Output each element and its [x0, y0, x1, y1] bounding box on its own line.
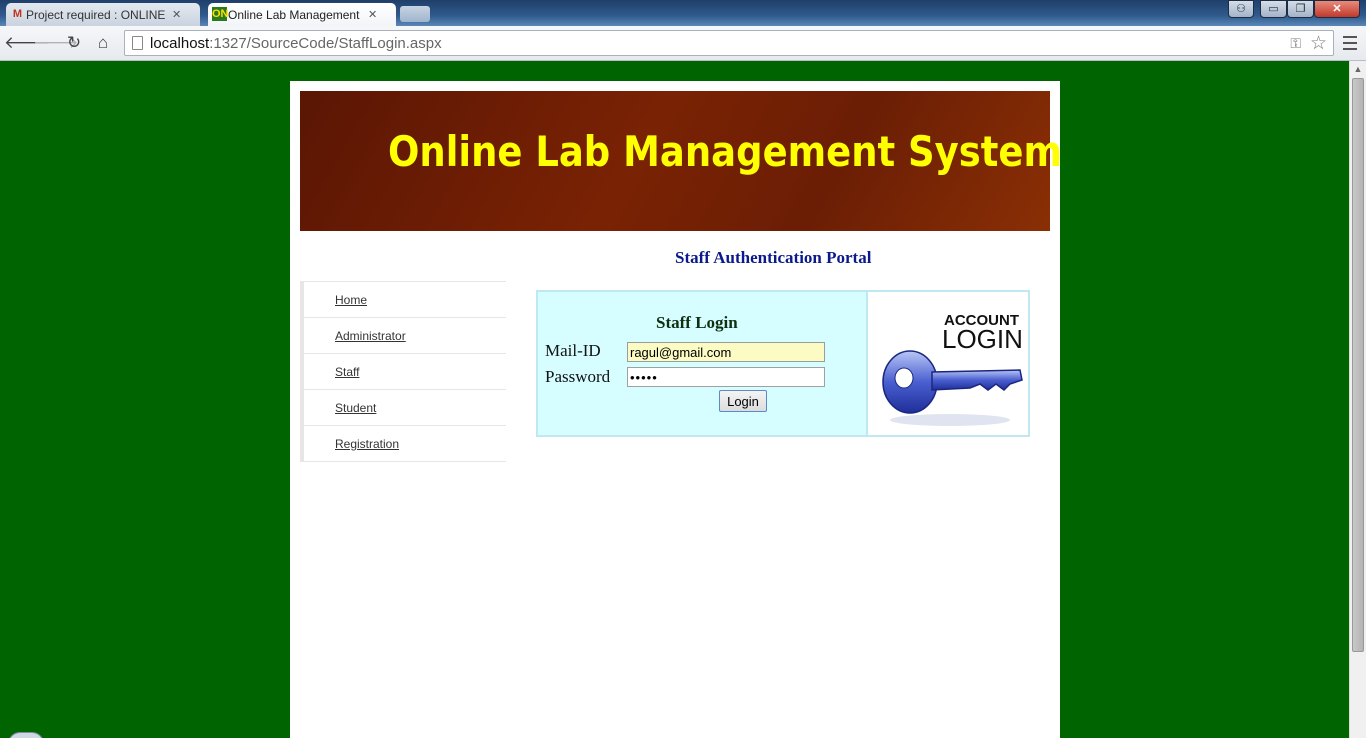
browser-tabstrip: M Project required : ONLINE ✕ ON Online … — [0, 0, 1366, 26]
browser-toolbar: 🡐 🡒 ↻ ⌂ localhost:1327/SourceCode/StaffL… — [0, 26, 1366, 61]
restore-button[interactable]: ❐ — [1287, 0, 1314, 18]
site-favicon-icon: ON — [212, 7, 229, 21]
account-login-image: ACCOUNT LOGIN — [870, 292, 1028, 435]
login-form: Staff Login Mail-ID Password Login — [538, 292, 868, 435]
back-arrow-icon[interactable]: 🡐 — [4, 30, 50, 56]
login-form-title: Staff Login — [656, 313, 738, 332]
browser-tab-gmail[interactable]: M Project required : ONLINE ✕ — [6, 3, 200, 26]
window-close-button[interactable]: ✕ — [1314, 0, 1360, 18]
home-icon[interactable]: ⌂ — [91, 30, 115, 56]
menu-item-staff: Staff — [304, 354, 506, 390]
page-container: Online Lab Management System Staff Authe… — [290, 81, 1062, 738]
scrollbar-thumb[interactable] — [1352, 78, 1364, 652]
side-menu: Home Administrator Staff Student Registr… — [300, 281, 506, 462]
login-button[interactable]: Login — [719, 390, 767, 412]
password-input[interactable] — [627, 367, 825, 387]
url-text[interactable]: localhost:1327/SourceCode/StaffLogin.asp… — [150, 35, 442, 52]
banner-title: Online Lab Management System — [388, 127, 1063, 176]
key-illustration-icon — [882, 350, 1023, 426]
menu-link-student[interactable]: Student — [335, 401, 376, 415]
user-icon[interactable]: ⚇ — [1228, 0, 1254, 18]
header-banner: Online Lab Management System — [300, 91, 1062, 231]
menu-item-administrator: Administrator — [304, 318, 506, 354]
browser-tab-lab-management[interactable]: ON Online Lab Management S ✕ — [208, 3, 396, 26]
forward-arrow-icon[interactable]: 🡒 — [33, 30, 79, 56]
menu-link-home[interactable]: Home — [335, 293, 367, 307]
tab-close-icon[interactable]: ✕ — [368, 8, 377, 21]
menu-item-registration: Registration — [304, 426, 506, 462]
browser-menu-icon[interactable] — [1340, 32, 1360, 54]
tab-close-icon[interactable]: ✕ — [172, 8, 181, 21]
tab-title: Project required : ONLINE — [26, 7, 166, 22]
menu-link-staff[interactable]: Staff — [335, 365, 359, 379]
menu-link-administrator[interactable]: Administrator — [335, 329, 406, 343]
minimize-button[interactable]: ▭ — [1260, 0, 1287, 18]
bookmark-star-icon[interactable]: ☆ — [1310, 32, 1327, 55]
menu-link-registration[interactable]: Registration — [335, 437, 399, 451]
new-tab-button[interactable] — [400, 6, 430, 22]
address-bar[interactable]: localhost:1327/SourceCode/StaffLogin.asp… — [124, 30, 1334, 56]
mail-id-input[interactable] — [627, 342, 825, 362]
tab-title: Online Lab Management S — [228, 7, 362, 22]
mail-id-label: Mail-ID — [545, 341, 601, 360]
password-label: Password — [545, 367, 611, 386]
login-box: Staff Login Mail-ID Password Login ACCOU… — [536, 290, 1030, 437]
page-scrollbar[interactable]: ▲ — [1349, 61, 1366, 738]
start-orb-icon[interactable] — [8, 732, 44, 738]
scroll-up-arrow-icon[interactable]: ▲ — [1350, 61, 1366, 77]
portal-title: Staff Authentication Portal — [675, 248, 872, 267]
page-icon — [132, 36, 143, 50]
menu-item-home: Home — [304, 282, 506, 318]
reload-icon[interactable]: ↻ — [62, 30, 86, 56]
menu-item-student: Student — [304, 390, 506, 426]
key-icon[interactable]: ⚿ — [1290, 35, 1301, 52]
gmail-favicon-icon: M — [12, 8, 23, 20]
